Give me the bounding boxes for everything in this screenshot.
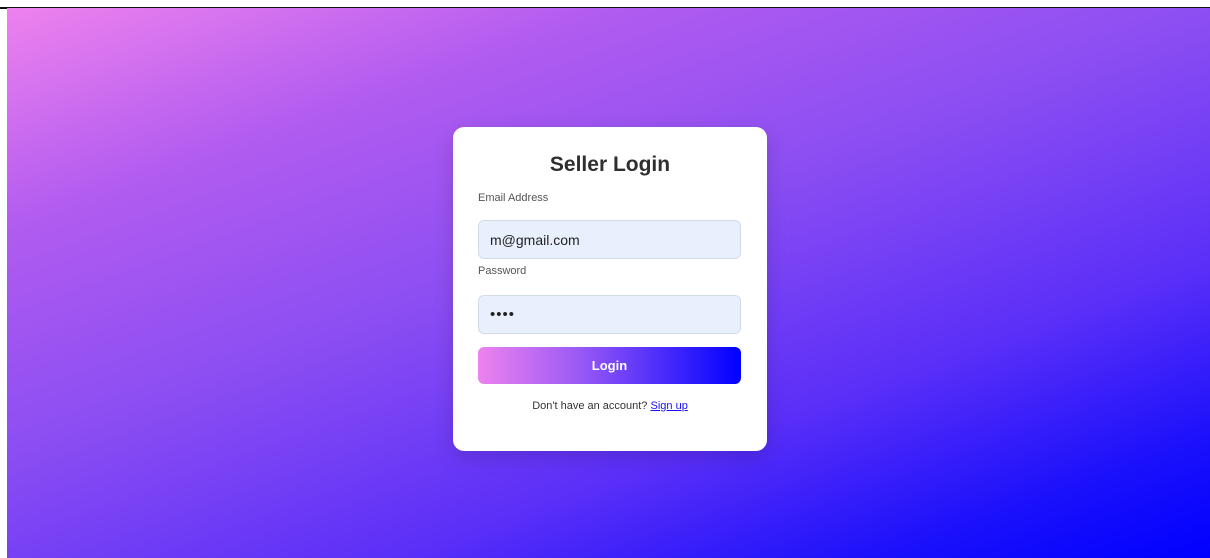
email-label: Email Address — [478, 192, 549, 204]
login-card: Seller Login Email Address Password Logi… — [453, 127, 767, 451]
login-button[interactable]: Login — [478, 347, 741, 384]
password-field[interactable] — [478, 295, 741, 334]
page-title: Seller Login — [549, 153, 671, 176]
email-field[interactable] — [478, 220, 741, 259]
password-label: Password — [478, 265, 527, 277]
signup-prompt: Don't have an account? Sign up — [453, 400, 767, 412]
signup-link[interactable]: Sign up — [651, 400, 688, 412]
signup-prompt-text: Don't have an account? — [532, 400, 648, 412]
